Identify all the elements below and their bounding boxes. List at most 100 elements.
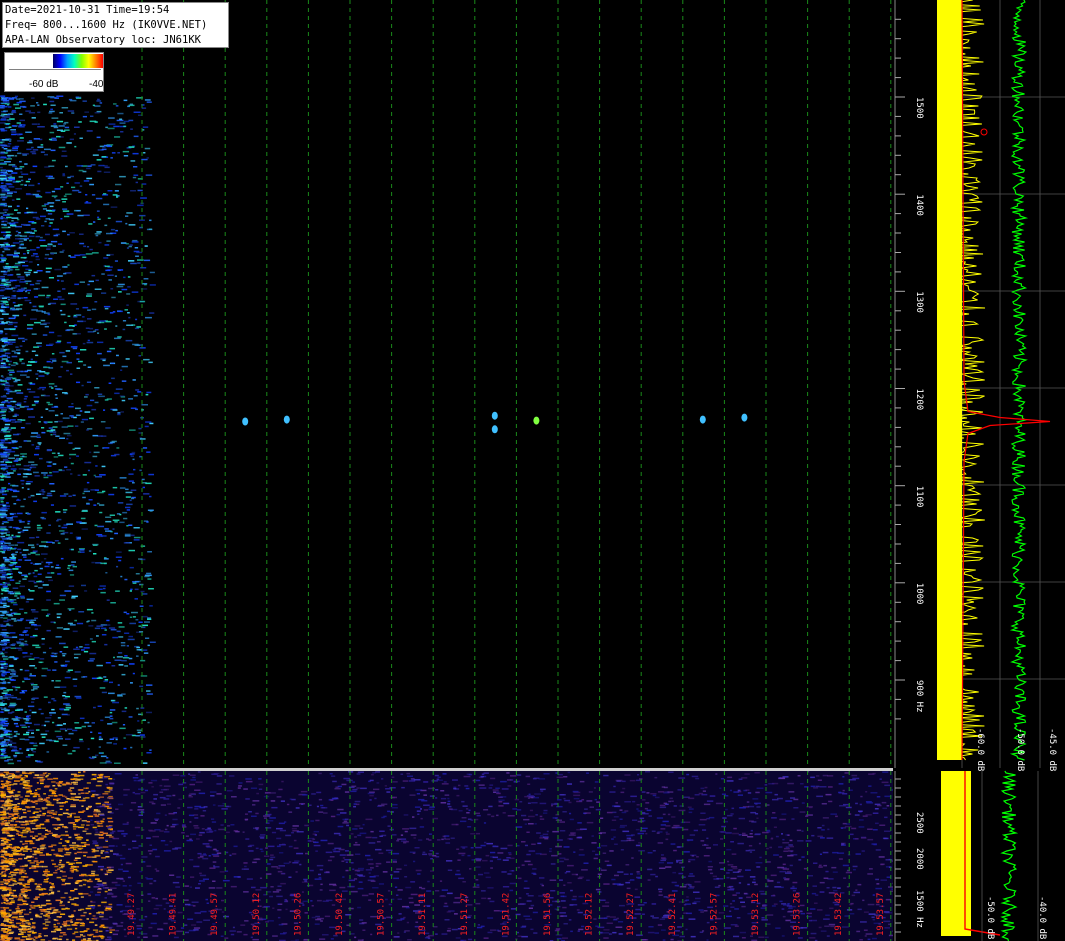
noise-pixel — [138, 621, 143, 623]
noise-pixel — [109, 514, 115, 516]
noise-pixel — [30, 435, 38, 438]
lower-noise-pixel — [559, 821, 565, 823]
lower-noise-pixel — [2, 867, 7, 870]
lower-noise-pixel — [532, 868, 537, 870]
noise-pixel — [34, 453, 39, 456]
noise-pixel — [12, 146, 15, 148]
noise-pixel — [8, 186, 15, 188]
lower-noise-pixel — [97, 880, 102, 882]
noise-pixel — [54, 540, 59, 542]
noise-pixel — [12, 568, 19, 570]
noise-pixel — [62, 173, 65, 175]
noise-pixel — [15, 750, 20, 752]
noise-pixel — [105, 760, 111, 763]
lower-noise-pixel — [323, 812, 328, 814]
lower-noise-pixel — [243, 891, 249, 893]
noise-pixel — [132, 582, 137, 584]
lower-noise-pixel — [6, 938, 12, 940]
lower-noise-pixel — [140, 791, 146, 794]
noise-pixel — [33, 396, 40, 398]
lower-noise-pixel — [698, 824, 706, 826]
lower-noise-pixel — [128, 848, 132, 850]
noise-pixel — [56, 340, 62, 342]
lower-noise-pixel — [623, 873, 629, 875]
lower-noise-pixel — [105, 834, 112, 836]
lower-noise-pixel — [3, 808, 9, 811]
lower-noise-pixel — [11, 900, 15, 902]
noise-pixel — [0, 309, 4, 312]
lower-noise-pixel — [33, 905, 39, 907]
noise-pixel — [89, 183, 94, 186]
noise-pixel — [32, 572, 35, 574]
lower-noise-pixel — [527, 802, 531, 804]
noise-pixel — [0, 463, 7, 466]
noise-pixel — [102, 146, 106, 148]
noise-pixel — [86, 293, 93, 295]
noise-pixel — [0, 303, 6, 305]
lower-noise-pixel — [672, 871, 676, 874]
noise-pixel — [19, 608, 24, 610]
noise-pixel — [41, 511, 47, 514]
lower-noise-pixel — [356, 773, 361, 775]
noise-pixel — [29, 673, 32, 675]
noise-pixel — [97, 341, 104, 344]
lower-noise-pixel — [87, 886, 91, 888]
lower-noise-pixel — [539, 835, 544, 837]
lower-noise-pixel — [13, 817, 19, 819]
noise-pixel — [119, 477, 127, 479]
lower-noise-pixel — [43, 870, 47, 873]
lower-noise-pixel — [40, 782, 44, 785]
lower-noise-pixel — [729, 910, 732, 912]
lower-noise-pixel — [636, 934, 643, 936]
lower-noise-pixel — [526, 900, 532, 902]
noise-pixel — [41, 517, 46, 520]
noise-pixel — [69, 532, 73, 534]
lower-noise-pixel — [318, 873, 321, 876]
lower-noise-pixel — [583, 862, 589, 864]
lower-noise-pixel — [502, 812, 506, 814]
noise-pixel — [1, 191, 9, 193]
lower-noise-pixel — [132, 777, 139, 779]
noise-pixel — [134, 327, 140, 330]
noise-pixel — [10, 673, 16, 675]
lower-noise-pixel — [52, 835, 56, 837]
noise-pixel — [45, 191, 51, 194]
noise-pixel — [66, 469, 72, 471]
noise-pixel — [146, 684, 153, 686]
lower-noise-pixel — [353, 805, 356, 808]
noise-pixel — [1, 169, 6, 171]
noise-pixel — [34, 667, 37, 669]
lower-noise-pixel — [163, 908, 166, 910]
noise-pixel — [42, 497, 48, 499]
lower-noise-pixel — [48, 832, 53, 834]
lower-noise-pixel — [101, 775, 105, 778]
lower-noise-pixel — [280, 882, 286, 885]
noise-pixel — [20, 105, 26, 108]
lower-noise-pixel — [19, 893, 26, 895]
noise-pixel — [110, 454, 117, 457]
noise-pixel — [30, 609, 36, 611]
lower-noise-pixel — [49, 887, 53, 889]
noise-pixel — [59, 651, 63, 653]
noise-pixel — [30, 382, 33, 384]
noise-pixel — [0, 118, 7, 120]
noise-pixel — [0, 318, 4, 320]
lower-noise-pixel — [85, 832, 92, 835]
noise-pixel — [81, 725, 86, 728]
noise-pixel — [128, 549, 135, 552]
lower-noise-pixel — [108, 866, 114, 869]
noise-pixel — [126, 509, 130, 511]
lower-noise-pixel — [416, 810, 421, 812]
lower-noise-pixel — [872, 894, 875, 896]
noise-pixel — [9, 742, 17, 744]
lower-noise-pixel — [530, 928, 534, 931]
noise-pixel — [58, 376, 62, 378]
lower-noise-pixel — [248, 850, 254, 852]
lower-noise-pixel — [123, 788, 130, 791]
noise-pixel — [54, 661, 58, 663]
noise-pixel — [16, 198, 21, 200]
lower-noise-pixel — [102, 793, 109, 795]
lower-noise-pixel — [70, 866, 75, 868]
lower-noise-pixel — [750, 811, 757, 814]
noise-pixel — [114, 521, 118, 523]
